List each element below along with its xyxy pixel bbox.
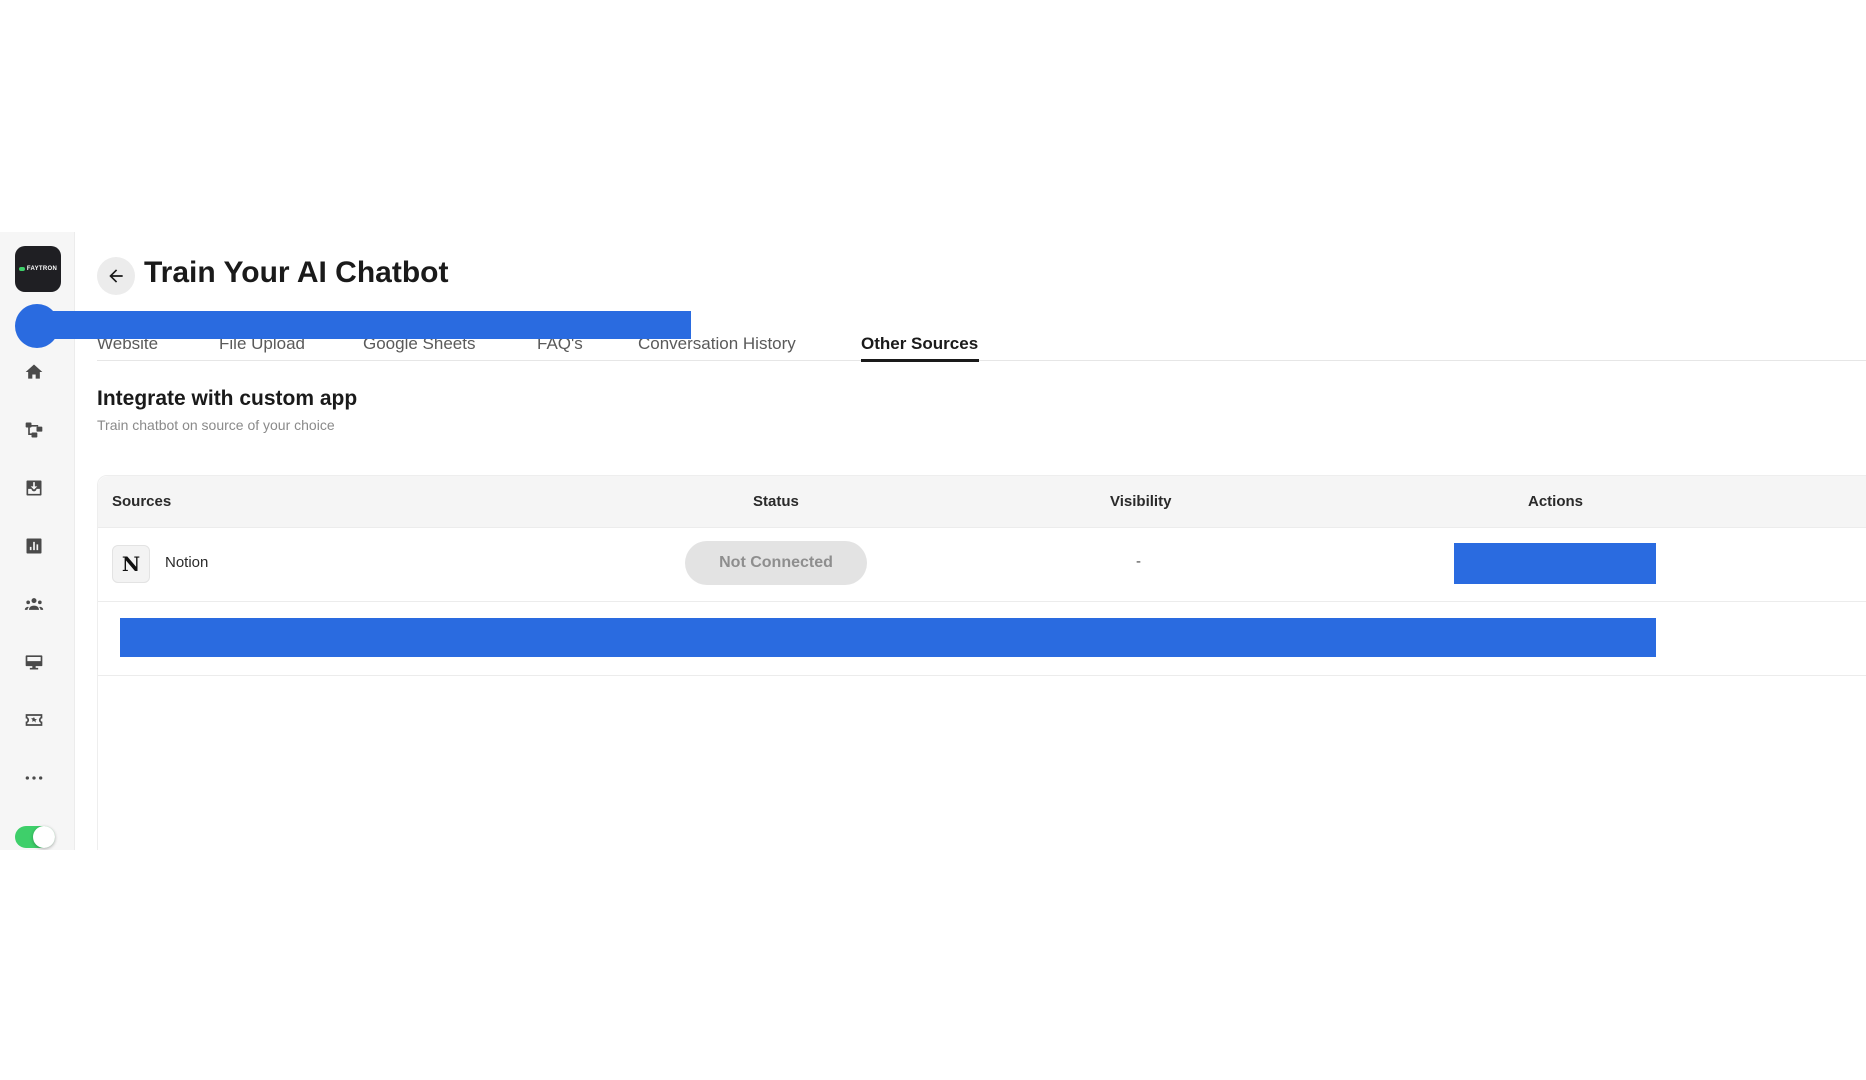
- table-row-redacted: [98, 601, 1866, 676]
- logo-leaf-icon: [18, 267, 25, 271]
- sources-table: Sources Status Visibility Actions N Noti…: [97, 475, 1866, 850]
- app-window: FAYTRON Train Your AI Chatbot Website Fi…: [0, 232, 1866, 850]
- tab-other-sources[interactable]: Other Sources: [861, 334, 978, 354]
- source-name: Notion: [165, 554, 209, 571]
- logo-text: FAYTRON: [26, 266, 58, 272]
- redaction-bar-row: [120, 618, 1656, 657]
- visibility-value: -: [1136, 553, 1141, 570]
- redaction-bar-tabs: [36, 311, 691, 339]
- table-header: Sources Status Visibility Actions: [98, 476, 1866, 528]
- column-header-sources: Sources: [112, 493, 172, 510]
- column-header-actions: Actions: [1528, 493, 1584, 510]
- home-icon[interactable]: [22, 360, 46, 384]
- active-tab-indicator: [861, 359, 979, 362]
- app-logo[interactable]: FAYTRON: [15, 246, 61, 292]
- page-title: Train Your AI Chatbot: [144, 256, 449, 289]
- team-icon[interactable]: [22, 592, 46, 616]
- notion-icon: N: [112, 545, 150, 583]
- ticket-icon[interactable]: [22, 708, 46, 732]
- flow-icon[interactable]: [22, 418, 46, 442]
- toggle-knob: [33, 826, 55, 848]
- section-title: Integrate with custom app: [97, 387, 358, 410]
- arrow-left-icon: [109, 269, 123, 283]
- table-row: N Notion Not Connected -: [98, 527, 1866, 602]
- connect-button[interactable]: [1454, 543, 1656, 584]
- monitor-icon[interactable]: [22, 650, 46, 674]
- column-header-visibility: Visibility: [1110, 493, 1172, 510]
- bot-status-toggle[interactable]: [15, 826, 55, 848]
- column-header-status: Status: [753, 493, 799, 510]
- inbox-icon[interactable]: [22, 476, 46, 500]
- back-button[interactable]: [97, 257, 135, 295]
- section-subtitle: Train chatbot on source of your choice: [97, 417, 335, 433]
- more-icon[interactable]: [22, 766, 46, 790]
- status-badge: Not Connected: [685, 541, 867, 585]
- analytics-icon[interactable]: [22, 534, 46, 558]
